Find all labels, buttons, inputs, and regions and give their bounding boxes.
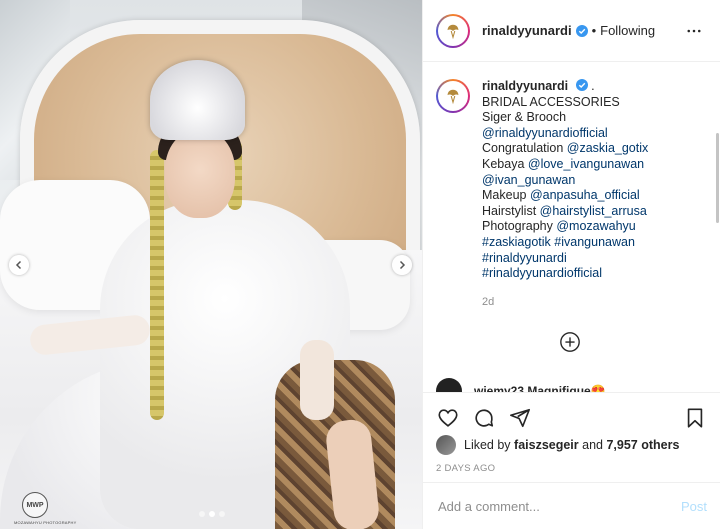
carousel-dot [199,511,205,517]
caption-line: Hairstylist @hairstylist_arrusa [482,204,648,220]
caption-text-segment: Siger & Brooch [482,110,567,125]
caption-punctuation: . [591,79,595,93]
heart-icon [438,409,458,427]
watermark-badge: MWP [22,492,48,518]
brand-logo-icon [447,89,459,105]
save-button[interactable] [683,406,707,430]
comment-input[interactable] [438,498,681,514]
mention-link[interactable]: @anpasuha_official [530,188,640,202]
share-button[interactable] [508,406,532,430]
hashtag-link[interactable]: #zaskiagotik [482,235,551,249]
hashtag-link[interactable]: #rinaldyyunardi [482,251,567,265]
likes-count[interactable]: 7,957 others [606,438,679,452]
caption-line: Photography @mozawahyu [482,219,648,235]
brand-logo-icon [447,24,459,39]
chevron-right-icon [399,260,406,270]
comment-avatar[interactable] [436,378,462,393]
likes-middle: and [578,438,607,452]
post-actions-section: Liked by faiszsegeir and 7,957 others 2 … [423,392,720,481]
arm [300,340,334,420]
mention-link[interactable]: @ivan_gunawan [482,173,575,187]
caption-age[interactable]: 2d [482,295,648,311]
caption-text-segment: Photography [482,219,557,234]
more-options-button[interactable] [682,19,706,43]
action-bar [423,393,720,435]
caption-text-segment: Makeup [482,188,530,203]
likes-prefix: Liked by [464,438,515,452]
post-sidebar: rinaldyyunardi • Following rinaldyyunard… [422,0,720,529]
post-header: rinaldyyunardi • Following [423,0,720,62]
siger-crown [150,60,245,140]
mention-link[interactable]: @love_ivangunawan [528,157,644,171]
carousel-dot [219,511,225,517]
caption-lines: BRIDAL ACCESSORIES Siger & Brooch @rinaldy… [482,95,648,282]
avatar[interactable] [436,13,470,48]
caption-text: rinaldyyunardi . BRIDAL ACCESSORIES Siger… [482,79,648,310]
photographer-watermark: MWP MOZAWAHYU PHOTOGRAPHY [14,492,77,525]
next-photo-button[interactable] [392,255,412,275]
caption-line: Siger & Brooch [482,110,648,126]
caption-avatar[interactable] [436,79,470,113]
caption-line: @ivan_gunawan [482,173,648,189]
liker-username[interactable]: faiszsegeir [514,438,579,452]
mention-link[interactable]: @mozawahyu [556,219,635,233]
verified-icon [575,79,588,91]
verified-icon [575,24,588,37]
header-username[interactable]: rinaldyyunardi [482,23,572,38]
caption-text-segment: Kebaya [482,156,528,171]
scrollbar[interactable] [716,133,719,223]
load-more-comments-button[interactable] [559,331,581,353]
carousel-indicator [199,511,225,517]
jasmine-strand [150,150,164,420]
bookmark-icon [687,408,703,428]
previous-photo-button[interactable] [9,255,29,275]
mention-link[interactable]: @hairstylist_arrusa [540,204,647,218]
add-comment-bar: Post [423,482,720,529]
caption-line: BRIDAL ACCESSORIES [482,95,648,111]
post-caption: rinaldyyunardi . BRIDAL ACCESSORIES Siger… [423,63,720,310]
caption-line: #rinaldyyunardi [482,251,648,267]
comment-item: wiemy23 Magnifique😍 [436,378,606,393]
following-button[interactable]: Following [600,23,655,38]
caption-line: Congratulation @zaskia_gotix [482,141,648,157]
caption-text-segment: BRIDAL ACCESSORIES [482,94,620,109]
comment-icon [475,409,494,427]
hashtag-link[interactable]: #rinaldyyunardiofficial [482,266,602,280]
post-comment-button[interactable]: Post [681,499,707,514]
separator-dot: • [591,23,597,38]
share-icon [510,408,530,428]
watermark-caption: MOZAWAHYU PHOTOGRAPHY [14,520,77,525]
caption-line: #zaskiagotik #ivangunawan [482,235,648,251]
caption-line: Makeup @anpasuha_official [482,188,648,204]
post-timestamp[interactable]: 2 DAYS AGO [423,455,720,481]
caption-line: #rinaldyyunardiofficial [482,266,648,282]
post-photo[interactable]: MWP MOZAWAHYU PHOTOGRAPHY [0,0,422,529]
chevron-left-icon [15,260,22,270]
carousel-dot-active [209,511,215,517]
more-icon [687,29,701,32]
liker-avatar[interactable] [436,435,456,455]
mention-link[interactable]: @rinaldyyunardiofficial [482,126,608,140]
likes-summary: Liked by faiszsegeir and 7,957 others [423,435,720,455]
mention-link[interactable]: @zaskia_gotix [567,141,648,155]
plus-circle-icon [560,332,580,352]
like-button[interactable] [436,406,460,430]
caption-text-segment: Congratulation [482,141,567,156]
caption-username[interactable]: rinaldyyunardi [482,79,568,93]
bride-face [165,130,235,218]
comment-button[interactable] [472,406,496,430]
caption-line: Kebaya @love_ivangunawan [482,157,648,173]
caption-text-segment: Hairstylist [482,203,540,218]
caption-line: @rinaldyyunardiofficial [482,126,648,142]
comments-scroll-area[interactable]: rinaldyyunardi . BRIDAL ACCESSORIES Siger… [423,63,720,393]
hashtag-link[interactable]: #ivangunawan [554,235,635,249]
